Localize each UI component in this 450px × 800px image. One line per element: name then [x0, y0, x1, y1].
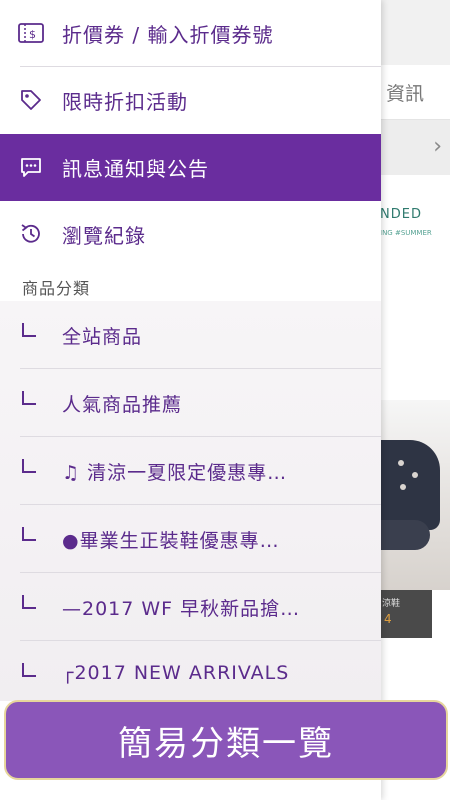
tag-icon [18, 87, 44, 113]
chevron-right-icon: › [433, 134, 442, 159]
shoe-detail [400, 484, 406, 490]
section-header-categories: 商品分類 [0, 269, 381, 301]
banner-subtitle: ING #SUMMER [380, 229, 432, 237]
menu-item-flash-sale[interactable]: 限時折扣活動 [0, 67, 381, 134]
category-label: ♫ 清涼一夏限定優惠專… [62, 462, 288, 484]
menu-item-label: 訊息通知與公告 [62, 157, 209, 181]
category-label: —2017 WF 早秋新品搶… [62, 598, 301, 620]
sub-item-icon [22, 323, 36, 337]
background-tab-bar[interactable]: 資訊 [380, 65, 450, 120]
background-list-row[interactable]: › [380, 120, 450, 175]
quick-category-label: 簡易分類一覽 [118, 723, 334, 764]
chat-icon [18, 154, 44, 180]
svg-text:$: $ [29, 28, 36, 41]
category-list: 全站商品 人氣商品推薦 ♫ 清涼一夏限定優惠專… ●畢業生正裝鞋優惠專… —20… [0, 301, 381, 701]
background-tab-info[interactable]: 資訊 [386, 79, 424, 106]
shoe-detail [412, 472, 418, 478]
sub-item-icon [22, 459, 36, 473]
menu-item-label: 折價券 / 輸入折價券號 [62, 23, 274, 47]
category-item-graduate[interactable]: ●畢業生正裝鞋優惠專… [0, 505, 381, 572]
menu-item-label: 限時折扣活動 [62, 90, 188, 114]
side-drawer: $ 折價券 / 輸入折價券號 限時折扣活動 訊息通知與公告 瀏覽紀錄 商品分類 … [0, 0, 381, 800]
sub-item-icon [22, 663, 36, 677]
category-item-popular[interactable]: 人氣商品推薦 [0, 369, 381, 436]
menu-item-coupons[interactable]: $ 折價券 / 輸入折價券號 [0, 0, 381, 67]
product-price-tag: 涼鞋 4 [380, 590, 432, 638]
menu-item-history[interactable]: 瀏覽紀錄 [0, 201, 381, 268]
product-image[interactable] [380, 400, 450, 590]
category-item-all[interactable]: 全站商品 [0, 301, 381, 368]
background-header [380, 0, 450, 65]
background-banner[interactable]: NDED ING #SUMMER [380, 185, 450, 245]
product-name: 涼鞋 [382, 599, 401, 609]
sub-item-icon [22, 391, 36, 405]
category-item-autumn[interactable]: —2017 WF 早秋新品搶… [0, 573, 381, 640]
shoe-graphic [380, 440, 440, 530]
category-label: ┌2017 NEW ARRIVALS [62, 662, 290, 684]
sub-item-icon [22, 527, 36, 541]
shoe-sole-graphic [380, 520, 430, 550]
category-label: ●畢業生正裝鞋優惠專… [62, 530, 280, 552]
category-item-new-arrivals[interactable]: ┌2017 NEW ARRIVALS [0, 641, 381, 708]
quick-category-button[interactable]: 簡易分類一覽 [4, 700, 448, 780]
section-header-label: 商品分類 [22, 279, 91, 298]
sub-item-icon [22, 595, 36, 609]
history-icon [18, 221, 44, 247]
category-label: 人氣商品推薦 [62, 394, 183, 416]
shoe-detail [398, 460, 404, 466]
product-price: 4 [384, 612, 392, 626]
category-label: 全站商品 [62, 326, 143, 348]
menu-item-notifications[interactable]: 訊息通知與公告 [0, 134, 381, 201]
banner-title: NDED [380, 207, 422, 222]
category-item-summer[interactable]: ♫ 清涼一夏限定優惠專… [0, 437, 381, 504]
coupon-icon: $ [18, 20, 44, 46]
menu-item-label: 瀏覽紀錄 [62, 224, 146, 248]
